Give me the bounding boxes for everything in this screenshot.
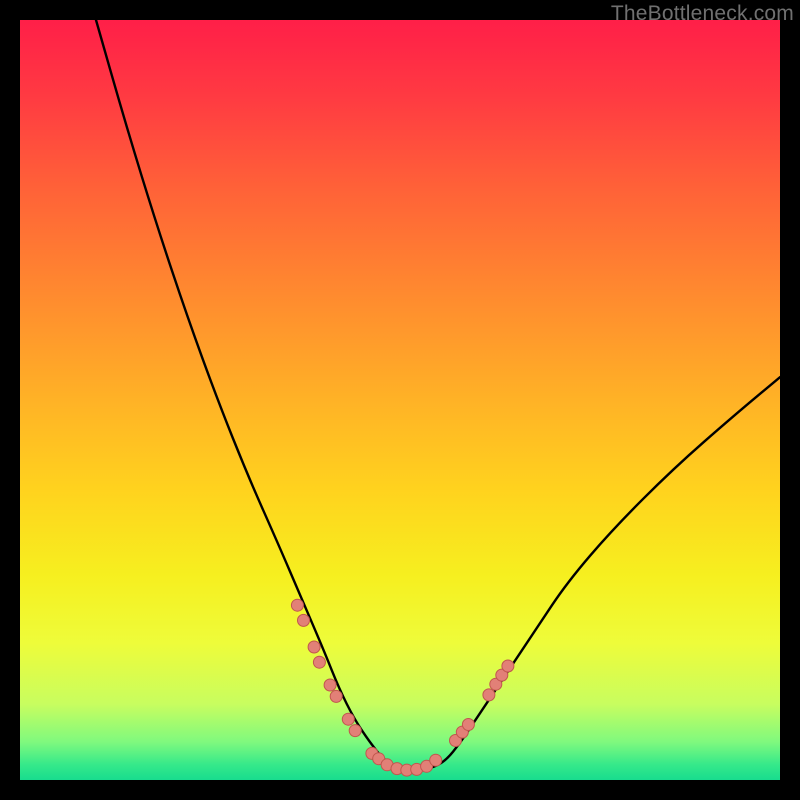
highlight-dot [298, 614, 310, 626]
highlight-dot [430, 754, 442, 766]
highlight-dot [330, 690, 342, 702]
highlight-dot [483, 689, 495, 701]
plot-area [20, 20, 780, 780]
highlight-dot [291, 599, 303, 611]
highlight-dot [349, 725, 361, 737]
bottleneck-curve [96, 20, 780, 770]
highlight-dot [308, 641, 320, 653]
highlight-dot [462, 719, 474, 731]
highlight-dot [324, 679, 336, 691]
curve-svg [20, 20, 780, 780]
highlight-dot [502, 660, 514, 672]
highlight-dot [313, 656, 325, 668]
highlight-dot [342, 713, 354, 725]
chart-stage: TheBottleneck.com [0, 0, 800, 800]
highlight-dots [291, 599, 514, 776]
